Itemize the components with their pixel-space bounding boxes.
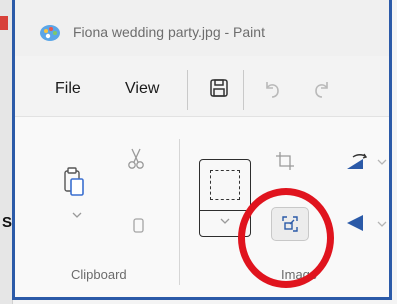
chevron-down-icon[interactable]: [72, 212, 82, 219]
screenshot-stage: S Fiona wedding party.jpg - Paint File V…: [0, 0, 397, 304]
cut-icon[interactable]: [127, 147, 145, 171]
menu-separator: [187, 70, 188, 110]
menu-file[interactable]: File: [55, 80, 81, 98]
select-divider: [200, 210, 250, 211]
menu-view[interactable]: View: [125, 80, 159, 98]
resize-icon: [282, 216, 298, 232]
chevron-down-icon[interactable]: [377, 221, 387, 228]
ribbon-group-separator: [179, 139, 180, 285]
chevron-down-icon[interactable]: [220, 218, 230, 225]
save-icon[interactable]: [209, 78, 229, 98]
image-group-label: Image: [281, 267, 318, 282]
paste-icon[interactable]: [63, 167, 85, 197]
background-text-fragment: S: [2, 214, 13, 231]
resize-button[interactable]: [271, 207, 309, 241]
redo-icon[interactable]: [311, 78, 333, 100]
window-title: Fiona wedding party.jpg - Paint: [73, 24, 265, 40]
flip-icon[interactable]: [345, 213, 367, 233]
undo-icon[interactable]: [261, 78, 283, 100]
rotate-icon[interactable]: [345, 153, 369, 171]
title-bar: Fiona wedding party.jpg - Paint: [15, 0, 389, 56]
background-app-icon: [0, 16, 8, 30]
ribbon: Clipboard Image: [15, 116, 389, 297]
menu-bar: File View: [15, 56, 389, 116]
paint-window: Fiona wedding party.jpg - Paint File Vie…: [12, 0, 392, 300]
toolbar-separator: [243, 70, 244, 110]
chevron-down-icon[interactable]: [377, 159, 387, 166]
select-button[interactable]: [199, 159, 251, 237]
crop-icon[interactable]: [275, 151, 295, 171]
select-icon: [210, 170, 240, 200]
clipboard-group-label: Clipboard: [71, 267, 127, 282]
copy-icon[interactable]: [131, 217, 145, 235]
paint-app-icon: [40, 25, 60, 41]
